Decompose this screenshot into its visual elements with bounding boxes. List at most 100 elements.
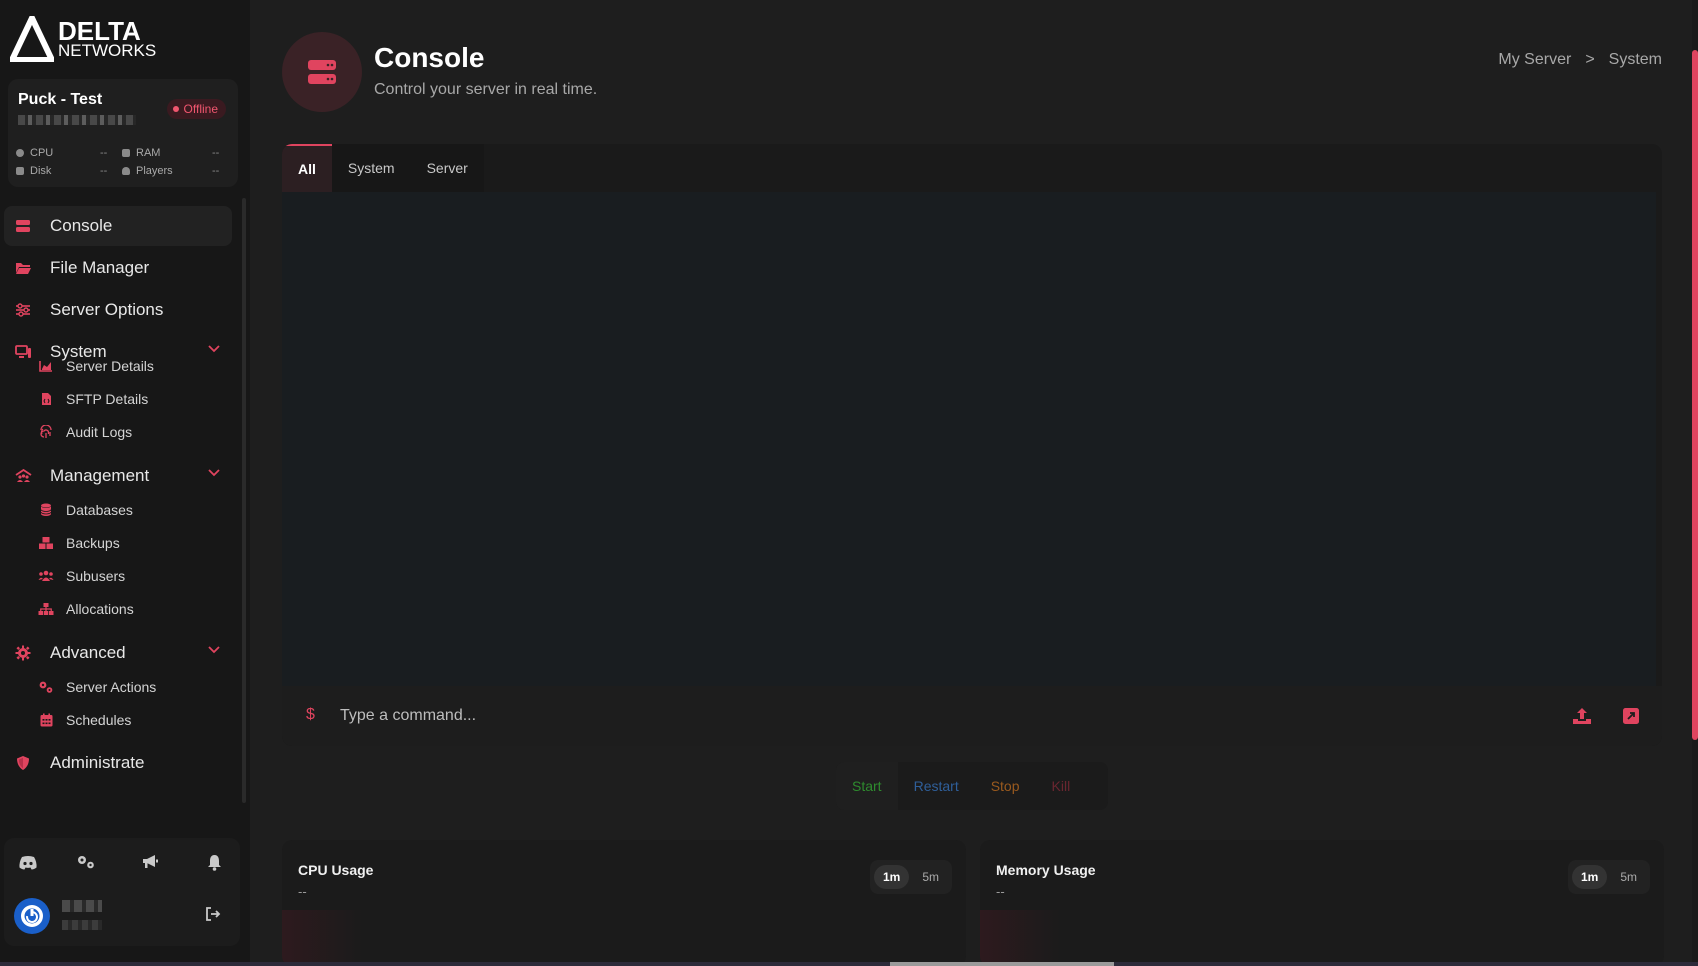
sidebar-item-console[interactable]: Console: [4, 206, 232, 246]
command-bar: $: [282, 686, 1662, 746]
breadcrumb-item-my-server[interactable]: My Server: [1498, 51, 1571, 69]
user-email-redacted: [62, 920, 102, 930]
sidebar-item-label: Audit Logs: [66, 424, 133, 440]
sidebar-item-label: Administrate: [50, 753, 145, 772]
status-text: Offline: [183, 102, 218, 116]
delta-logo-icon: [10, 16, 54, 62]
breadcrumb: My Server > System: [1498, 51, 1662, 69]
sidebar-item-server-options[interactable]: Server Options: [4, 290, 232, 330]
database-icon: [38, 502, 54, 518]
power-logo-icon: [21, 905, 43, 927]
avatar[interactable]: [14, 898, 50, 934]
console-header-icon: [282, 32, 362, 112]
sidebar-item-file-manager[interactable]: File Manager: [4, 248, 232, 288]
breadcrumb-item-system[interactable]: System: [1609, 51, 1662, 69]
file-code-icon: [38, 391, 54, 407]
tab-system[interactable]: System: [332, 144, 411, 192]
console-output[interactable]: [282, 192, 1656, 686]
folder-open-icon: [14, 259, 32, 277]
chevron-down-icon: [208, 646, 220, 654]
sidebar-item-label: Allocations: [66, 601, 134, 617]
sidebar-item-subusers[interactable]: Subusers: [38, 561, 125, 591]
page-scrollbar-thumb[interactable]: [1692, 50, 1698, 740]
server-icon: [308, 60, 336, 84]
page-title: Console: [374, 42, 485, 73]
upload-icon[interactable]: [1572, 706, 1592, 726]
page-scrollbar[interactable]: [1692, 0, 1698, 962]
bell-icon[interactable]: [204, 852, 224, 872]
cpu-usage-value: --: [298, 884, 307, 899]
stat-players-value: --: [212, 165, 220, 177]
stat-disk-label: Disk: [30, 165, 52, 177]
sidebar-item-sftp-details[interactable]: SFTP Details: [38, 384, 148, 414]
kill-button[interactable]: Kill: [1036, 762, 1087, 810]
tab-all[interactable]: All: [282, 144, 332, 192]
sidebar-item-label: SFTP Details: [66, 391, 149, 407]
players-icon: [122, 167, 130, 175]
network-wired-icon: [38, 601, 54, 617]
sidebar-item-label: Backups: [66, 535, 120, 551]
sidebar-item-audit-logs[interactable]: Audit Logs: [38, 417, 132, 447]
boxes-icon: [38, 535, 54, 551]
sidebar: DELTA NETWORKS Puck - Test Offline CPU -…: [0, 0, 250, 962]
sidebar-scrollbar[interactable]: [242, 198, 246, 803]
power-controls: Start Restart Stop Kill: [836, 762, 1108, 810]
stop-button[interactable]: Stop: [975, 762, 1036, 810]
stat-cpu-label: CPU: [30, 147, 54, 159]
server-card[interactable]: Puck - Test Offline CPU -- RAM -- Disk -…: [8, 79, 238, 187]
sidebar-item-label: Server Details: [66, 358, 154, 374]
popout-icon[interactable]: [1622, 707, 1640, 725]
restart-button[interactable]: Restart: [898, 762, 975, 810]
server-name: Puck - Test: [18, 91, 103, 108]
fingerprint-icon: [38, 424, 54, 440]
sidebar-item-server-details[interactable]: Server Details: [38, 351, 154, 381]
sidebar-item-administrate[interactable]: Administrate: [4, 743, 232, 783]
memory-usage-title: Memory Usage: [996, 862, 1096, 878]
sidebar-item-label: Console: [50, 216, 113, 235]
range-1m-button[interactable]: 1m: [1571, 865, 1608, 889]
disk-icon: [16, 167, 24, 175]
breadcrumb-separator: >: [1585, 51, 1595, 68]
sidebar-item-label: Server Options: [50, 300, 164, 319]
command-input[interactable]: [340, 702, 1540, 730]
brand-name-top: DELTA: [58, 15, 141, 46]
sidebar-item-label: Management: [50, 466, 150, 485]
sidebar-item-databases[interactable]: Databases: [38, 495, 133, 525]
range-1m-button[interactable]: 1m: [873, 865, 910, 889]
users-icon: [38, 568, 54, 584]
sidebar-item-advanced[interactable]: Advanced: [4, 633, 232, 673]
range-5m-button[interactable]: 5m: [1611, 865, 1646, 889]
server-icon: [14, 217, 32, 235]
range-5m-button[interactable]: 5m: [913, 865, 948, 889]
horizontal-scrollbar: [0, 962, 1698, 966]
brand-logo[interactable]: DELTA NETWORKS: [10, 16, 156, 62]
status-badge: Offline: [166, 99, 226, 119]
stat-disk: Disk: [16, 165, 51, 177]
stat-ram-label: RAM: [136, 147, 161, 159]
sidebar-item-label: Server Actions: [66, 679, 157, 695]
sidebar-item-schedules[interactable]: Schedules: [38, 705, 131, 735]
gears-icon[interactable]: [76, 852, 96, 872]
sidebar-item-server-actions[interactable]: Server Actions: [38, 672, 156, 702]
stat-players: Players: [122, 165, 173, 177]
stat-disk-value: --: [100, 165, 108, 177]
logout-icon[interactable]: [204, 906, 222, 922]
status-dot-icon: [172, 106, 179, 112]
start-button[interactable]: Start: [836, 762, 898, 810]
memory-chart-area: [980, 910, 1060, 966]
tab-server[interactable]: Server: [411, 144, 484, 192]
chevron-down-icon: [208, 345, 220, 353]
gears-icon: [38, 679, 54, 695]
sidebar-item-label: Subusers: [66, 568, 126, 584]
sidebar-footer: [4, 838, 240, 946]
sidebar-item-management[interactable]: Management: [4, 456, 232, 496]
chevron-down-icon: [208, 469, 220, 477]
shield-icon: [14, 754, 32, 772]
sidebar-item-backups[interactable]: Backups: [38, 528, 120, 558]
megaphone-icon[interactable]: [140, 852, 160, 872]
discord-icon[interactable]: [18, 852, 38, 872]
sidebar-item-allocations[interactable]: Allocations: [38, 594, 134, 624]
horizontal-scrollbar-thumb[interactable]: [890, 962, 1114, 966]
server-address-redacted: [18, 115, 136, 125]
people-roof-icon: [14, 467, 32, 485]
